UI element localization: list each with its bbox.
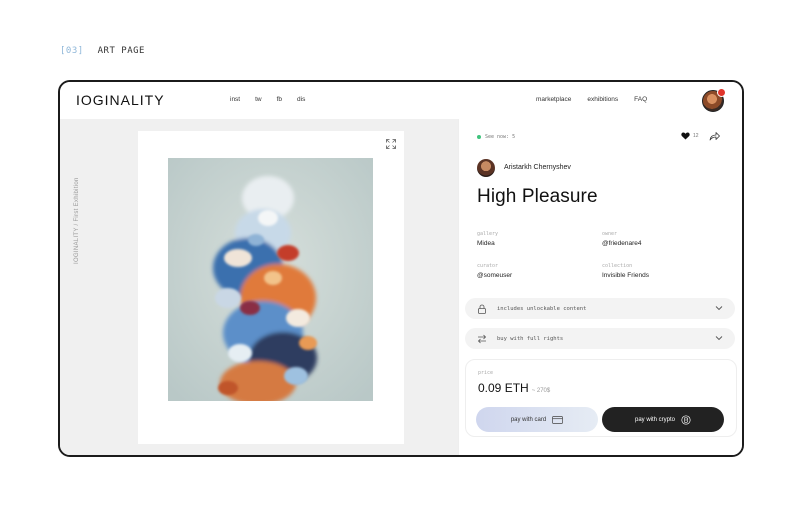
social-link-fb[interactable]: fb: [277, 96, 282, 103]
main-nav: marketplace exhibitions FAQ: [536, 96, 647, 103]
social-link-inst[interactable]: inst: [230, 96, 240, 103]
rights-dropdown[interactable]: buy with full rights: [465, 328, 735, 349]
heart-icon: [681, 132, 690, 140]
viewers-status: See now: 5: [477, 134, 515, 140]
meta-value[interactable]: @friedenare4: [602, 240, 641, 247]
lock-icon: [478, 304, 486, 314]
social-links: inst tw fb dis: [230, 96, 305, 103]
caption-label: ART PAGE: [97, 46, 145, 56]
price-label: price: [478, 370, 494, 376]
artwork-area: IOGINALITY / First Exhibition: [60, 119, 458, 455]
nav-faq[interactable]: FAQ: [634, 96, 647, 103]
unlockable-content-dropdown[interactable]: includes unlockable content: [465, 298, 735, 319]
meta-key: gallery: [477, 231, 499, 237]
meta-curator: curator @someuser: [477, 263, 512, 279]
price-card: price 0.09 ETH ~ 270$ pay with card pay w…: [465, 359, 737, 437]
meta-key: collection: [602, 263, 633, 269]
page-caption: [03] ART PAGE: [60, 46, 145, 56]
rights-label: buy with full rights: [497, 335, 564, 342]
pay-crypto-label: pay with crypto: [634, 416, 676, 423]
credit-card-icon: [552, 415, 564, 424]
expand-icon[interactable]: [386, 139, 396, 149]
artwork-image: [168, 158, 373, 401]
top-navigation: IOGINALITY inst tw fb dis marketplace ex…: [60, 82, 742, 119]
breadcrumb[interactable]: IOGINALITY / First Exhibition: [74, 177, 80, 264]
price-eth: 0.09 ETH: [478, 381, 529, 395]
user-avatar[interactable]: [702, 88, 726, 112]
meta-value[interactable]: Midea: [477, 240, 498, 247]
artwork-canvas: [138, 131, 404, 444]
meta-gallery: gallery Midea: [477, 231, 498, 247]
chevron-down-icon: [715, 306, 723, 311]
online-dot-icon: [477, 135, 481, 139]
share-icon[interactable]: [709, 131, 720, 141]
pay-with-crypto-button[interactable]: pay with crypto: [602, 407, 724, 432]
meta-value[interactable]: Invisible Friends: [602, 272, 649, 279]
meta-key: curator: [477, 263, 499, 269]
unlockable-label: includes unlockable content: [497, 305, 587, 312]
meta-collection: collection Invisible Friends: [602, 263, 649, 279]
artist-avatar[interactable]: [477, 159, 495, 177]
like-button[interactable]: 12: [681, 132, 699, 140]
logo[interactable]: IOGINALITY: [76, 92, 165, 108]
social-link-tw[interactable]: tw: [255, 96, 262, 103]
details-panel: See now: 5 12 Aristarkh Chernyshev High …: [458, 119, 742, 455]
artist-name[interactable]: Aristarkh Chernyshev: [504, 164, 571, 171]
likes-count: 12: [693, 133, 699, 139]
swap-arrows-icon: [477, 334, 487, 343]
notification-badge: [717, 88, 726, 97]
pay-card-label: pay with card: [510, 416, 547, 423]
price-usd: ~ 270$: [531, 388, 551, 394]
pay-with-card-button[interactable]: pay with card: [476, 407, 598, 432]
meta-key: owner: [602, 231, 618, 237]
artwork-title: High Pleasure: [477, 186, 598, 207]
price-value: 0.09 ETH ~ 270$: [478, 381, 550, 395]
meta-value[interactable]: @someuser: [477, 272, 512, 279]
crypto-coin-icon: [681, 414, 691, 425]
chevron-down-icon: [715, 336, 723, 341]
browser-frame: IOGINALITY inst tw fb dis marketplace ex…: [58, 80, 744, 457]
meta-owner: owner @friedenare4: [602, 231, 641, 247]
social-link-dis[interactable]: dis: [297, 96, 305, 103]
caption-number: [03]: [60, 46, 84, 56]
viewers-count: See now: 5: [485, 134, 516, 140]
nav-exhibitions[interactable]: exhibitions: [587, 96, 618, 103]
nav-marketplace[interactable]: marketplace: [536, 96, 571, 103]
